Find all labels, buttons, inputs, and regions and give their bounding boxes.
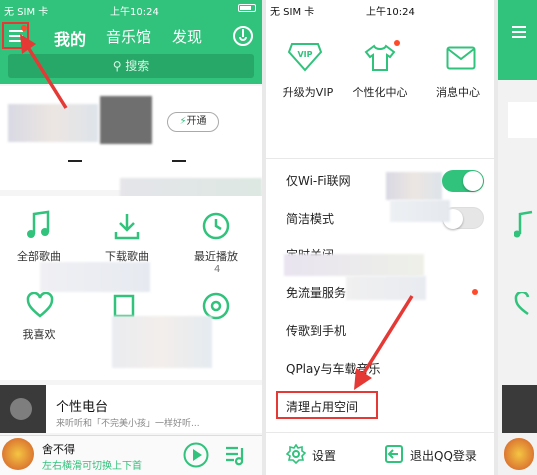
playlist-icon[interactable] bbox=[224, 444, 248, 466]
album-avatar bbox=[504, 438, 534, 470]
menu-item-simple-mode[interactable]: 简洁模式 bbox=[286, 210, 334, 227]
battery-icon bbox=[238, 4, 256, 15]
radio-cover bbox=[502, 385, 537, 433]
notification-dot bbox=[394, 40, 400, 46]
heart-icon bbox=[514, 292, 530, 316]
download-icon[interactable] bbox=[113, 212, 141, 240]
blurred-block bbox=[386, 172, 442, 200]
player-song-title: 舍不得 bbox=[42, 443, 75, 456]
music-note-icon[interactable] bbox=[26, 210, 52, 240]
red-arrow-annotation bbox=[20, 34, 68, 109]
edge-card bbox=[508, 102, 537, 138]
tshirt-icon[interactable] bbox=[364, 44, 396, 72]
red-arrow-annotation bbox=[354, 295, 414, 390]
tab-music-hall[interactable]: 音乐馆 bbox=[106, 26, 151, 47]
spacer bbox=[266, 108, 494, 160]
top-icon-label-vip[interactable]: 升级为VIP bbox=[272, 84, 344, 100]
status-bar: 无 SIM 卡 上午10:24 bbox=[0, 0, 262, 18]
main-screen-edge bbox=[498, 0, 537, 475]
status-bar: 无 SIM 卡 上午10:24 bbox=[266, 0, 494, 18]
top-icon-label-personalize[interactable]: 个性化中心 bbox=[344, 84, 416, 100]
carrier-label: 无 SIM 卡 bbox=[4, 7, 49, 18]
radio-title: 个性电台 bbox=[56, 400, 109, 415]
recent-count: 4 bbox=[214, 264, 221, 275]
blurred-block bbox=[284, 254, 424, 276]
search-icon: ⚲ bbox=[112, 59, 126, 73]
blurred-area bbox=[112, 316, 212, 368]
header bbox=[498, 18, 537, 80]
music-note-icon bbox=[514, 210, 533, 238]
radio-subtitle: 来听听和「不完美小孩」一样好听... bbox=[56, 419, 200, 429]
notification-dot bbox=[472, 289, 478, 295]
lightning-icon: ⚡ bbox=[179, 116, 187, 127]
side-drawer: 无 SIM 卡 上午10:24 VIP 升级为VIP 个性化中心 消息中心 仅W… bbox=[266, 0, 494, 475]
divider bbox=[266, 158, 494, 159]
grid-label-recent[interactable]: 最近播放 bbox=[181, 248, 251, 264]
divider-dash bbox=[68, 160, 82, 162]
player-hint: 左右横滑可切换上下首 bbox=[42, 461, 142, 472]
album-avatar[interactable] bbox=[2, 438, 34, 470]
folder-icon[interactable] bbox=[113, 294, 135, 318]
menu-item-clear-storage[interactable]: 清理占用空间 bbox=[286, 398, 358, 415]
divider-dash bbox=[172, 160, 186, 162]
tab-discover[interactable]: 发现 bbox=[172, 26, 202, 47]
logout-button[interactable]: 退出QQ登录 bbox=[410, 447, 477, 464]
grid-label-favorites[interactable]: 我喜欢 bbox=[4, 326, 74, 342]
heart-icon[interactable] bbox=[26, 292, 54, 318]
search-placeholder: 搜索 bbox=[125, 59, 150, 73]
menu-item-transfer[interactable]: 传歌到手机 bbox=[286, 322, 346, 339]
play-overlay-icon bbox=[10, 398, 32, 420]
open-vip-button[interactable]: ⚡开通 bbox=[167, 112, 219, 132]
radio-cover bbox=[0, 385, 46, 433]
open-vip-label: 开通 bbox=[186, 116, 207, 127]
clock-icon[interactable] bbox=[202, 212, 230, 240]
divider bbox=[266, 432, 494, 433]
status-time: 上午10:24 bbox=[366, 7, 415, 18]
status-bar bbox=[498, 0, 537, 18]
menu-item-wifi-only[interactable]: 仅Wi-Fi联网 bbox=[286, 172, 351, 189]
main-screen: 无 SIM 卡 上午10:24 我的 音乐馆 发现 ⚲ 搜索 ⚡开通 全部歌曲 … bbox=[0, 0, 262, 475]
top-icon-label-messages[interactable]: 消息中心 bbox=[422, 84, 494, 100]
profile-image bbox=[100, 96, 152, 144]
recognize-music-icon[interactable] bbox=[232, 25, 254, 47]
blurred-row bbox=[40, 262, 150, 292]
blurred-block bbox=[390, 200, 450, 222]
logout-icon[interactable] bbox=[384, 444, 404, 464]
wifi-only-toggle[interactable] bbox=[442, 170, 484, 192]
menu-item-free-data[interactable]: 免流量服务 bbox=[286, 284, 346, 301]
carrier-label: 无 SIM 卡 bbox=[270, 7, 315, 18]
status-time: 上午10:24 bbox=[110, 7, 159, 18]
play-button[interactable] bbox=[183, 442, 209, 468]
settings-button[interactable]: 设置 bbox=[312, 447, 336, 464]
gear-icon[interactable] bbox=[286, 444, 306, 464]
envelope-icon[interactable] bbox=[446, 46, 476, 70]
svg-text:VIP: VIP bbox=[297, 50, 312, 59]
vip-diamond-icon[interactable]: VIP bbox=[288, 42, 322, 72]
